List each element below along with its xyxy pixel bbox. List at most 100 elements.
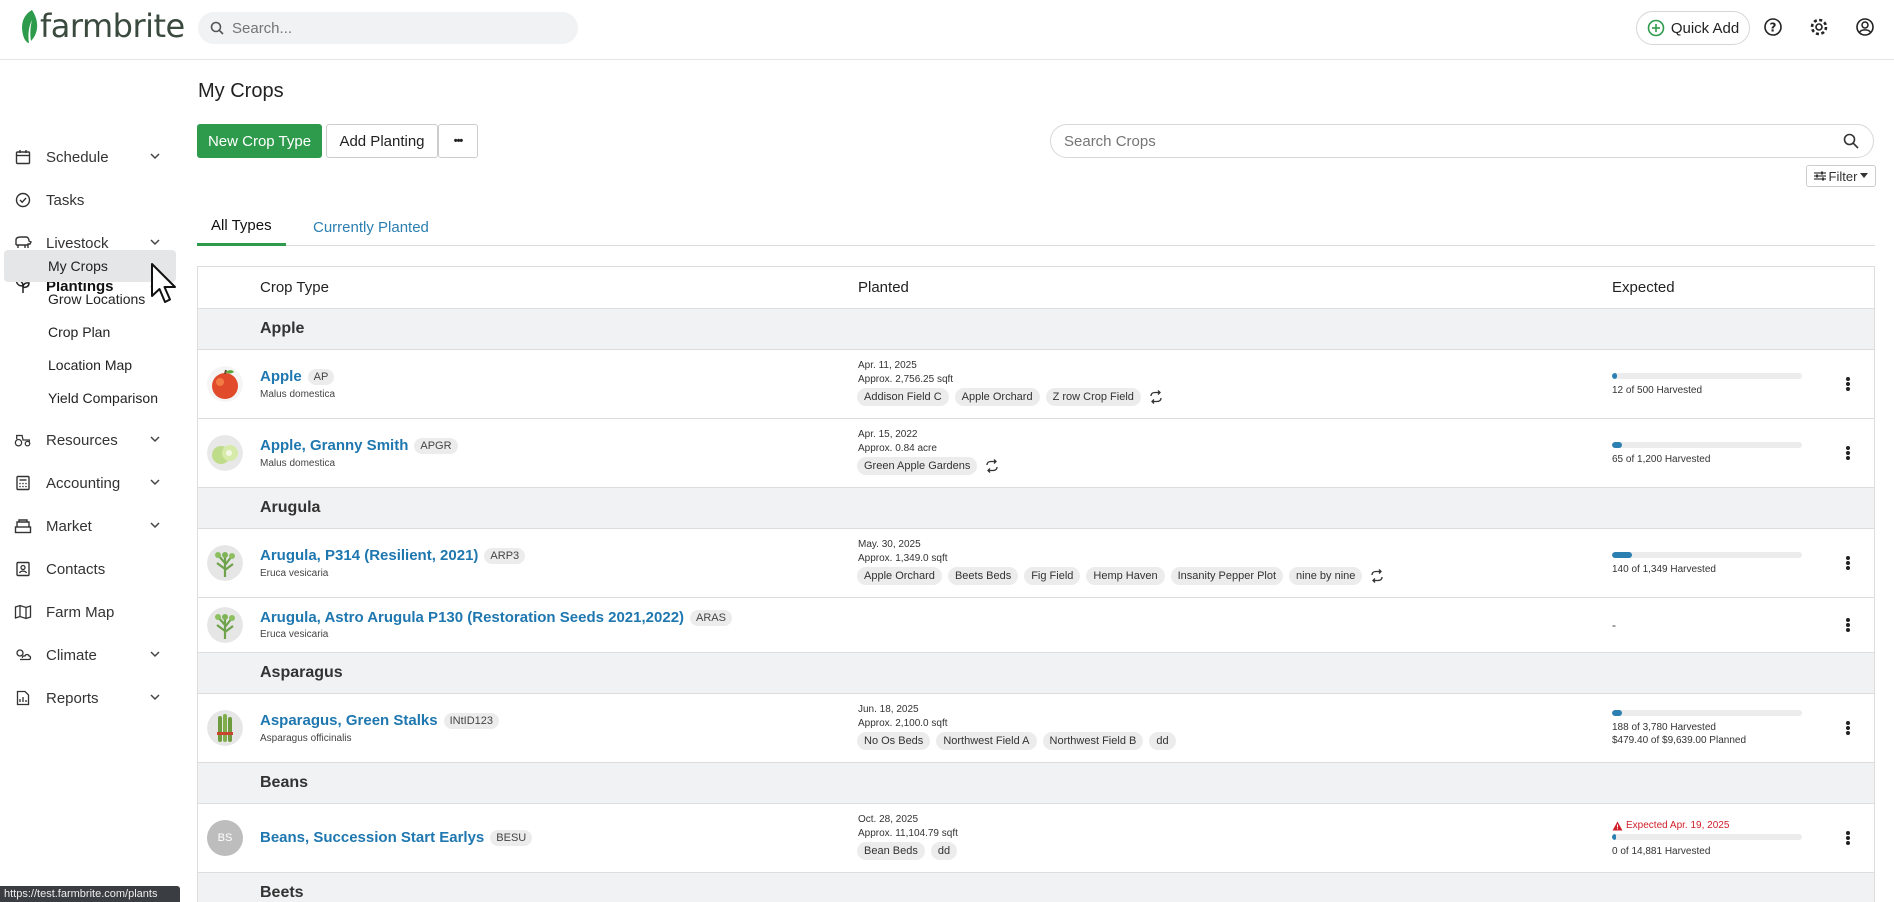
row-menu-icon[interactable]: [1844, 615, 1852, 635]
location-chip[interactable]: Apple Orchard: [857, 567, 942, 585]
location-chip[interactable]: Northwest Field A: [936, 732, 1037, 750]
location-chip[interactable]: No Os Beds: [857, 732, 931, 750]
sidebar-item-label: Tasks: [46, 191, 85, 209]
more-actions-button[interactable]: •••: [438, 124, 478, 158]
crop-name-link[interactable]: Beans, Succession Start Earlys BESU: [260, 829, 533, 846]
harvest-progress-fill: [1612, 552, 1632, 558]
location-chip[interactable]: dd: [930, 842, 958, 860]
expected-warning-text: Expected Apr. 19, 2025: [1626, 820, 1730, 831]
row-menu-icon[interactable]: [1844, 553, 1852, 573]
group-name: Apple: [260, 320, 305, 337]
crop-name-link[interactable]: Asparagus, Green Stalks INtID123: [260, 712, 499, 729]
table-row[interactable]: BS Beans, Succession Start Earlys BESU O…: [198, 804, 1874, 873]
location-chip[interactable]: Hemp Haven: [1086, 567, 1165, 585]
crop-name-link[interactable]: Apple AP: [260, 368, 335, 385]
column-expected[interactable]: Expected: [1612, 279, 1675, 296]
row-menu-icon[interactable]: [1844, 718, 1852, 738]
sidebar-sub-crop-plan[interactable]: Crop Plan: [4, 316, 176, 348]
sidebar-item-contacts[interactable]: Contacts: [0, 549, 180, 589]
tractor-icon: [14, 431, 32, 449]
location-chip[interactable]: Beets Beds: [947, 567, 1019, 585]
quick-add-button[interactable]: Quick Add: [1636, 11, 1750, 45]
location-chip[interactable]: nine by nine: [1289, 567, 1363, 585]
harvest-progress-bar: [1612, 442, 1802, 448]
global-search[interactable]: [198, 12, 578, 44]
row-menu-icon[interactable]: [1844, 374, 1852, 394]
table-row[interactable]: Apple AP Malus domestica Apr. 11, 2025 A…: [198, 350, 1874, 419]
group-name: Beets: [260, 884, 304, 901]
crop-name[interactable]: Beans, Succession Start Earlys: [260, 829, 484, 846]
sidebar-item-accounting[interactable]: Accounting: [0, 463, 180, 503]
column-planted[interactable]: Planted: [858, 279, 909, 296]
harvest-status: 12 of 500 Harvested: [1612, 385, 1703, 396]
sidebar-item-market[interactable]: Market: [0, 506, 180, 546]
gear-icon[interactable]: [1808, 16, 1830, 38]
calendar-icon: [14, 148, 32, 166]
quick-add-label: Quick Add: [1670, 19, 1740, 37]
harvest-status: 188 of 3,780 Harvested: [1612, 722, 1716, 733]
row-menu-icon[interactable]: [1844, 828, 1852, 848]
chevron-down-icon: [150, 153, 160, 160]
location-chip[interactable]: Addison Field C: [857, 388, 949, 406]
table-row[interactable]: Arugula, Astro Arugula P130 (Restoration…: [198, 598, 1874, 653]
scientific-name: Malus domestica: [260, 458, 336, 469]
crop-search[interactable]: [1050, 124, 1874, 158]
search-icon[interactable]: [1843, 133, 1859, 149]
crop-name-link[interactable]: Arugula, P314 (Resilient, 2021) ARP3: [260, 547, 526, 564]
table-row[interactable]: Arugula, P314 (Resilient, 2021) ARP3 Eru…: [198, 529, 1874, 598]
granny-smith-thumbnail: [207, 435, 243, 471]
location-chip[interactable]: Apple Orchard: [954, 388, 1040, 406]
table-row[interactable]: Apple, Granny Smith APGR Malus domestica…: [198, 419, 1874, 488]
crop-code-badge: BESU: [490, 829, 533, 846]
tab-all-types[interactable]: All Types: [197, 208, 286, 246]
help-icon[interactable]: ?: [1762, 16, 1784, 38]
harvest-progress-fill: [1612, 834, 1616, 840]
crop-name[interactable]: Arugula, Astro Arugula P130 (Restoration…: [260, 609, 684, 626]
crop-name-link[interactable]: Arugula, Astro Arugula P130 (Restoration…: [260, 609, 732, 626]
sidebar-item-reports[interactable]: Reports: [0, 678, 180, 718]
crop-name-link[interactable]: Apple, Granny Smith APGR: [260, 437, 458, 454]
harvest-progress-fill: [1612, 710, 1622, 716]
new-crop-type-button[interactable]: New Crop Type: [197, 124, 322, 158]
crop-name[interactable]: Apple, Granny Smith: [260, 437, 408, 454]
crop-name[interactable]: Asparagus, Green Stalks: [260, 712, 438, 729]
location-chip[interactable]: Green Apple Gardens: [857, 457, 978, 475]
location-chips: Addison Field C Apple Orchard Z row Crop…: [857, 388, 1163, 406]
global-search-input[interactable]: [232, 19, 562, 37]
sidebar-item-resources[interactable]: Resources: [0, 420, 180, 460]
location-chip[interactable]: Northwest Field B: [1042, 732, 1144, 750]
group-header: Arugula: [198, 488, 1874, 529]
repeat-icon: [986, 459, 999, 473]
location-chip[interactable]: Z row Crop Field: [1045, 388, 1141, 406]
location-chip[interactable]: Bean Beds: [857, 842, 925, 860]
sidebar-item-farm-map[interactable]: Farm Map: [0, 592, 180, 632]
chevron-down-icon: [150, 436, 160, 443]
location-chip[interactable]: Insanity Pepper Plot: [1170, 567, 1284, 585]
location-chip[interactable]: dd: [1149, 732, 1176, 750]
sidebar-item-climate[interactable]: Climate: [0, 635, 180, 675]
crop-code-badge: ARAS: [690, 609, 732, 626]
crop-name[interactable]: Apple: [260, 368, 302, 385]
location-chip[interactable]: Fig Field: [1024, 567, 1081, 585]
row-menu-icon[interactable]: [1844, 443, 1852, 463]
sidebar-sub-yield-comparison[interactable]: Yield Comparison: [4, 382, 176, 414]
tab-currently-planted[interactable]: Currently Planted: [299, 208, 443, 246]
sidebar-item-label: Contacts: [46, 560, 106, 578]
crop-search-input[interactable]: [1064, 132, 1824, 150]
farmbrite-logo[interactable]: farmbrite: [18, 6, 185, 46]
sidebar-item-schedule[interactable]: Schedule: [0, 137, 180, 177]
filter-dropdown[interactable]: Filter: [1806, 165, 1876, 187]
crop-code-badge: INtID123: [443, 712, 499, 729]
svg-text:?: ?: [1770, 21, 1777, 35]
add-planting-button[interactable]: Add Planting: [326, 124, 438, 158]
crop-code-badge: APGR: [414, 437, 458, 454]
contacts-icon: [14, 560, 32, 578]
top-bar: farmbrite Quick Add ?: [0, 0, 1894, 60]
sidebar-sub-location-map[interactable]: Location Map: [4, 349, 176, 381]
crop-name[interactable]: Arugula, P314 (Resilient, 2021): [260, 547, 478, 564]
harvest-status: 140 of 1,349 Harvested: [1612, 564, 1716, 575]
user-icon[interactable]: [1854, 16, 1876, 38]
column-crop-type[interactable]: Crop Type: [260, 279, 329, 296]
sidebar-item-tasks[interactable]: Tasks: [0, 180, 180, 220]
table-row[interactable]: Asparagus, Green Stalks INtID123 Asparag…: [198, 694, 1874, 763]
